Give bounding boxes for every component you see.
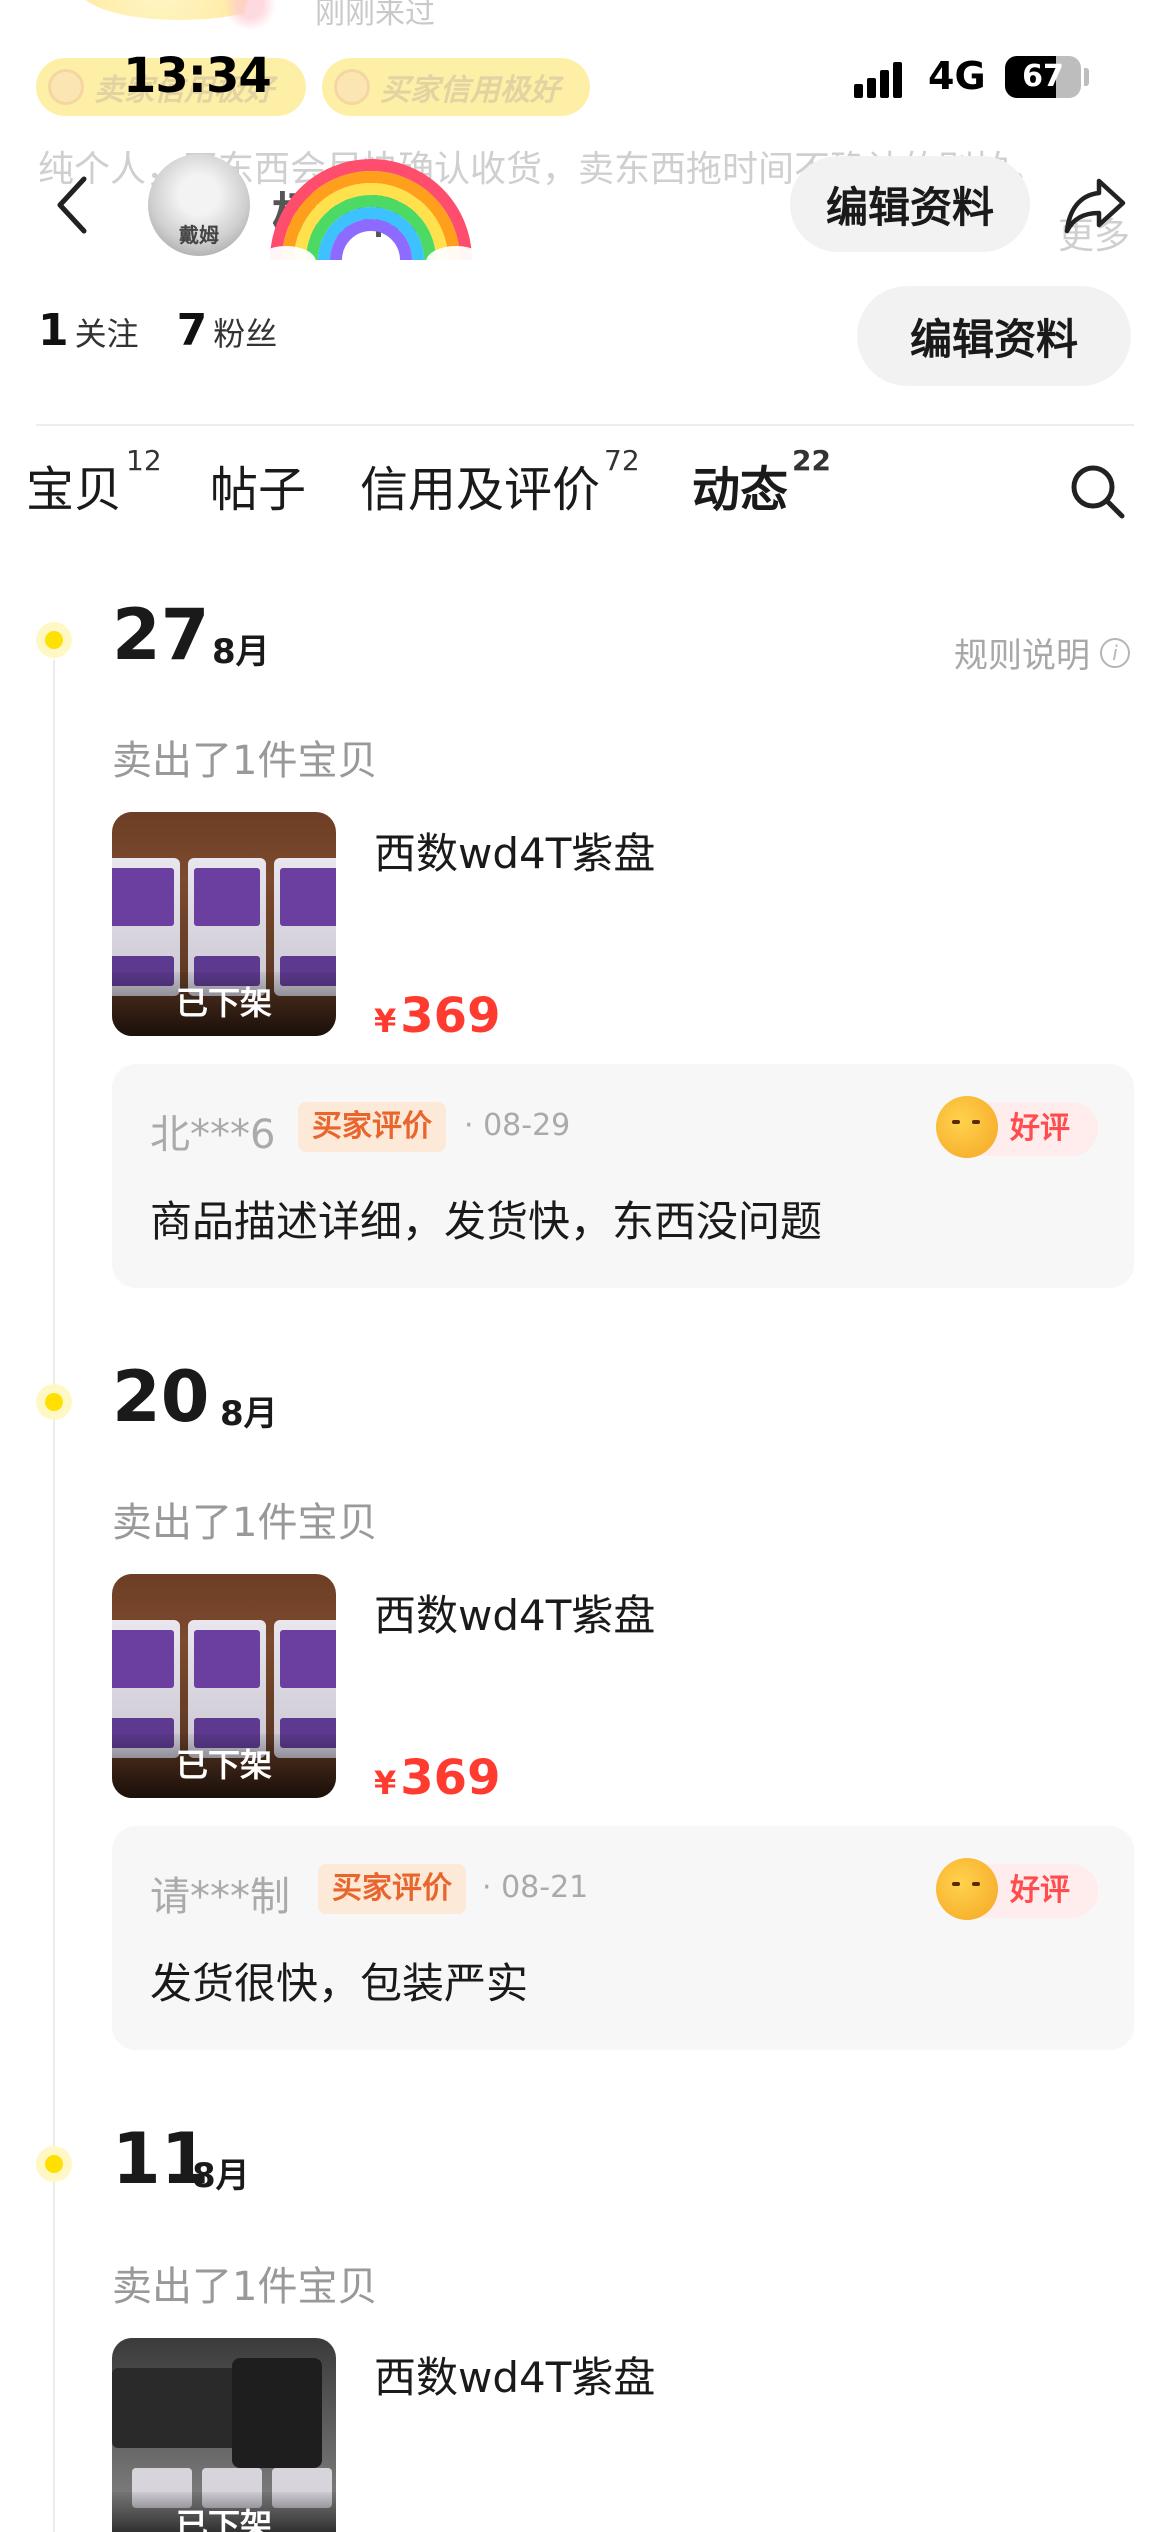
rating-label: 好评 xyxy=(1010,1111,1070,1146)
tab-count: 22 xyxy=(792,444,831,477)
edit-profile-button[interactable]: 编辑资料 xyxy=(857,286,1131,386)
rules-label: 规则说明 xyxy=(954,636,1090,676)
search-button[interactable] xyxy=(1066,460,1130,524)
follow-stats: 1 关注 7 粉丝 xyxy=(38,305,277,356)
timeline-dot xyxy=(36,622,72,658)
reviewer-name: 北***6 xyxy=(150,1112,276,1158)
tab-label: 动态 xyxy=(692,462,789,518)
reviewer-name: 请***制 xyxy=(150,1874,290,1920)
avatar-label: 戴姆 xyxy=(179,223,219,247)
info-icon: i xyxy=(1100,637,1130,668)
review-text: 商品描述详细，发货快，东西没问题 xyxy=(150,1197,823,1246)
item-thumbnail[interactable]: 已下架 xyxy=(112,2338,336,2532)
entry-month: 8月 xyxy=(212,632,270,672)
signal-icon xyxy=(854,58,914,98)
entry-action: 卖出了1件宝贝 xyxy=(112,738,378,784)
fans-count[interactable]: 7 xyxy=(177,305,208,356)
item-title[interactable]: 西数wd4T紫盘 xyxy=(374,2344,655,2405)
buyer-review-tag: 买家评价 xyxy=(298,1102,446,1152)
network-type: 4G xyxy=(928,54,986,98)
tab-count: 12 xyxy=(126,444,162,477)
nav-edit-profile-button[interactable]: 编辑资料 xyxy=(790,156,1030,252)
share-icon xyxy=(1064,178,1126,234)
buyer-review-tag: 买家评价 xyxy=(318,1864,466,1914)
tab-count: 72 xyxy=(604,444,640,477)
divider xyxy=(36,424,1134,426)
review-date: · 08-21 xyxy=(482,1870,589,1905)
rules-link[interactable]: 规则说明 i xyxy=(954,628,1130,677)
back-arrow-icon xyxy=(57,176,87,234)
rainbow-decoration xyxy=(256,159,486,278)
last-seen-text: 刚刚来过 xyxy=(315,0,435,31)
status-bar: 13:34 4G 67 xyxy=(0,40,1170,110)
item-thumbnail[interactable]: 已下架 xyxy=(112,812,336,1036)
avatar[interactable]: 戴姆 xyxy=(148,154,250,256)
entry-month: 8月 xyxy=(192,2156,250,2196)
tab-label: 信用及评价 xyxy=(360,462,601,518)
flower-decoration xyxy=(215,0,285,30)
entry-month: 8月 xyxy=(220,1394,278,1434)
timeline-dot xyxy=(36,2146,72,2182)
price-value: 369 xyxy=(400,1750,501,1806)
review-text: 发货很快，包装严实 xyxy=(150,1959,529,2008)
tab-posts[interactable]: 帖子 xyxy=(210,450,306,520)
currency-symbol: ¥ xyxy=(374,1764,397,1802)
status-time: 13:34 xyxy=(123,48,272,104)
battery-level: 67 xyxy=(1022,59,1064,94)
smile-face-icon xyxy=(936,1858,998,1920)
share-button[interactable] xyxy=(1060,170,1130,240)
tab-label: 帖子 xyxy=(210,462,307,518)
fans-label[interactable]: 粉丝 xyxy=(213,309,277,355)
item-status: 已下架 xyxy=(175,984,272,1022)
item-status: 已下架 xyxy=(175,2506,272,2532)
follow-label[interactable]: 关注 xyxy=(75,309,139,355)
entry-action: 卖出了1件宝贝 xyxy=(112,2264,378,2310)
timeline-line xyxy=(53,660,55,2532)
item-title[interactable]: 西数wd4T紫盘 xyxy=(374,820,655,881)
item-thumbnail[interactable]: 已下架 xyxy=(112,1574,336,1798)
review-card[interactable]: 请***制 买家评价 · 08-21 好评 发货很快，包装严实 xyxy=(112,1826,1134,2050)
entry-action: 卖出了1件宝贝 xyxy=(112,1500,378,1546)
review-date: · 08-29 xyxy=(464,1108,571,1143)
item-status: 已下架 xyxy=(175,1746,272,1784)
search-icon xyxy=(1071,465,1125,519)
timeline-dot xyxy=(36,1384,72,1420)
price-value: 369 xyxy=(400,988,501,1044)
battery-tip xyxy=(1084,68,1089,86)
battery-icon: 67 xyxy=(1005,56,1081,98)
tab-credit-reviews[interactable]: 信用及评价72 xyxy=(360,444,640,520)
entry-day: 27 xyxy=(112,594,210,676)
rating-label: 好评 xyxy=(1010,1873,1070,1908)
item-price: ¥369 xyxy=(374,988,500,1044)
tab-label: 宝贝 xyxy=(26,462,123,518)
tab-items[interactable]: 宝贝12 xyxy=(26,444,162,520)
review-card[interactable]: 北***6 买家评价 · 08-29 好评 商品描述详细，发货快，东西没问题 xyxy=(112,1064,1134,1288)
tab-activity[interactable]: 动态22 xyxy=(692,444,831,520)
rating-badge: 好评 xyxy=(936,1858,1098,1920)
back-button[interactable] xyxy=(42,170,102,240)
follow-count[interactable]: 1 xyxy=(38,305,69,356)
item-title[interactable]: 西数wd4T紫盘 xyxy=(374,1582,655,1643)
smile-face-icon xyxy=(936,1096,998,1158)
item-price: ¥369 xyxy=(374,1750,500,1806)
currency-symbol: ¥ xyxy=(374,1002,397,1040)
entry-day: 20 xyxy=(112,1356,210,1438)
rating-badge: 好评 xyxy=(936,1096,1098,1158)
